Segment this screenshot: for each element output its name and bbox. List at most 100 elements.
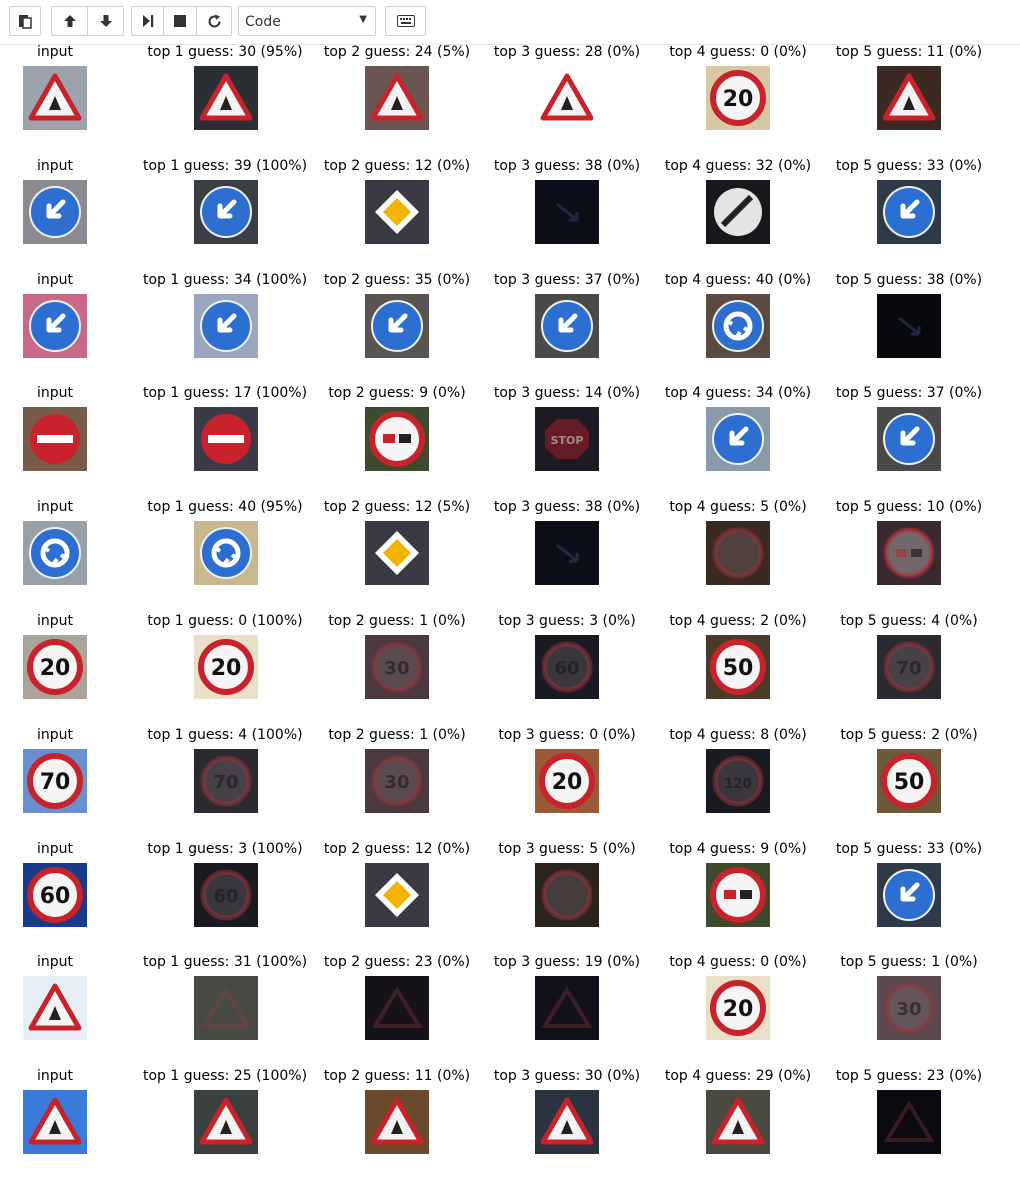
guess-label: top 2 guess: 24 (5%) bbox=[323, 44, 471, 60]
guess-label: top 5 guess: 10 (0%) bbox=[835, 499, 983, 516]
guess-sign-image bbox=[706, 407, 770, 472]
guess-sign-image bbox=[194, 976, 258, 1041]
guess-sign-image: 50 bbox=[706, 635, 770, 699]
guess-sign-image bbox=[194, 521, 258, 586]
svg-text:30: 30 bbox=[384, 658, 409, 679]
prediction-row: input top 1 guess: 31 (100%) top 2 guess: … bbox=[0, 954, 1020, 1068]
guess-sign-image bbox=[194, 407, 258, 472]
cell-type-value: Code bbox=[245, 14, 281, 30]
guess-sign-image bbox=[194, 1090, 258, 1155]
guess-label: top 5 guess: 4 (0%) bbox=[840, 613, 978, 629]
svg-text:30: 30 bbox=[384, 772, 409, 793]
guess-sign-image bbox=[365, 293, 429, 358]
input-sign-image bbox=[23, 1090, 87, 1155]
guess-sign-image bbox=[535, 179, 599, 244]
run-button[interactable] bbox=[131, 6, 164, 36]
input-sign-image bbox=[23, 293, 87, 358]
guess-sign-image: 30 bbox=[365, 748, 429, 813]
move-down-button[interactable] bbox=[87, 6, 124, 36]
prediction-row: input top 1 guess: 34 (100%) top 2 guess: … bbox=[0, 272, 1020, 386]
guess-label: top 1 guess: 39 (100%) bbox=[142, 157, 308, 174]
guess-label: top 2 guess: 1 (0%) bbox=[328, 613, 466, 629]
chevron-down-icon: ▼ bbox=[359, 14, 367, 25]
guess-label: top 4 guess: 34 (0%) bbox=[664, 385, 812, 402]
guess-sign-image bbox=[365, 66, 429, 130]
guess-label: top 4 guess: 0 (0%) bbox=[669, 44, 807, 60]
input-sign-image bbox=[23, 179, 87, 244]
guess-label: top 1 guess: 17 (100%) bbox=[142, 385, 308, 402]
interrupt-button[interactable] bbox=[163, 6, 197, 36]
guess-sign-image: 20 bbox=[706, 976, 770, 1041]
svg-text:20: 20 bbox=[211, 656, 242, 681]
guess-label: top 2 guess: 12 (0%) bbox=[323, 157, 471, 174]
svg-text:20: 20 bbox=[40, 656, 71, 681]
paste-icon bbox=[18, 13, 32, 29]
guess-label: top 5 guess: 33 (0%) bbox=[835, 157, 983, 174]
svg-text:70: 70 bbox=[40, 770, 71, 795]
guess-label: top 2 guess: 23 (0%) bbox=[323, 954, 471, 971]
stop-icon bbox=[174, 15, 186, 27]
guess-sign-image bbox=[365, 976, 429, 1041]
guess-label: top 1 guess: 30 (95%) bbox=[147, 44, 303, 60]
guess-label: top 5 guess: 23 (0%) bbox=[835, 1068, 983, 1085]
input-label: input bbox=[36, 954, 73, 971]
guess-label: top 4 guess: 8 (0%) bbox=[669, 726, 807, 743]
guess-sign-image bbox=[877, 862, 941, 927]
input-label: input bbox=[36, 157, 73, 174]
input-label: input bbox=[36, 840, 73, 857]
svg-text:120: 120 bbox=[724, 777, 751, 792]
guess-label: top 5 guess: 33 (0%) bbox=[835, 840, 983, 857]
guess-label: top 4 guess: 40 (0%) bbox=[664, 271, 812, 288]
input-sign-image: 70 bbox=[23, 748, 87, 813]
guess-label: top 4 guess: 5 (0%) bbox=[669, 499, 807, 516]
guess-sign-image bbox=[535, 521, 599, 586]
restart-button[interactable] bbox=[196, 6, 232, 36]
guess-sign-image bbox=[706, 521, 770, 586]
input-label: input bbox=[36, 613, 73, 629]
guess-sign-image bbox=[365, 1090, 429, 1155]
guess-label: top 1 guess: 40 (95%) bbox=[147, 499, 303, 516]
svg-text:50: 50 bbox=[894, 770, 925, 795]
notebook-toolbar: Code ▼ bbox=[0, 0, 1020, 45]
guess-sign-image: 70 bbox=[194, 748, 258, 813]
guess-label: top 2 guess: 9 (0%) bbox=[328, 385, 466, 402]
run-icon bbox=[142, 14, 154, 28]
input-sign-image: 20 bbox=[23, 635, 87, 699]
keyboard-icon bbox=[396, 15, 415, 27]
guess-sign-image: 20 bbox=[194, 635, 258, 699]
guess-sign-image: 20 bbox=[535, 748, 599, 813]
guess-label: top 2 guess: 1 (0%) bbox=[328, 726, 466, 743]
svg-text:20: 20 bbox=[723, 87, 754, 112]
guess-label: top 1 guess: 3 (100%) bbox=[147, 840, 303, 857]
svg-text:30: 30 bbox=[896, 999, 921, 1020]
guess-sign-image bbox=[194, 293, 258, 358]
guess-sign-image: 120 bbox=[706, 748, 770, 813]
guess-label: top 1 guess: 0 (100%) bbox=[147, 613, 303, 629]
paste-button[interactable] bbox=[9, 6, 41, 36]
guess-sign-image bbox=[877, 1090, 941, 1155]
svg-text:20: 20 bbox=[723, 997, 754, 1022]
command-palette-button[interactable] bbox=[385, 6, 426, 36]
input-sign-image: 60 bbox=[23, 862, 87, 927]
guess-label: top 3 guess: 30 (0%) bbox=[493, 1068, 641, 1085]
cell-type-select[interactable]: Code ▼ bbox=[238, 6, 376, 36]
prediction-row: input top 1 guess: 39 (100%) top 2 guess: … bbox=[0, 158, 1020, 272]
input-label: input bbox=[36, 385, 73, 402]
move-up-button[interactable] bbox=[51, 6, 88, 36]
guess-sign-image bbox=[706, 179, 770, 244]
guess-label: top 3 guess: 0 (0%) bbox=[498, 726, 636, 743]
input-label: input bbox=[36, 1068, 73, 1085]
input-sign-image bbox=[23, 521, 87, 586]
guess-label: top 5 guess: 11 (0%) bbox=[835, 44, 983, 60]
move-up-icon bbox=[63, 14, 77, 28]
input-sign-image bbox=[23, 66, 87, 130]
guess-sign-image bbox=[877, 293, 941, 358]
prediction-row: input top 1 guess: 17 (100%) top 2 guess: … bbox=[0, 385, 1020, 499]
move-down-icon bbox=[99, 14, 113, 28]
guess-sign-image bbox=[877, 407, 941, 472]
guess-sign-image: 70 bbox=[877, 635, 941, 699]
guess-label: top 3 guess: 37 (0%) bbox=[493, 271, 641, 288]
guess-sign-image: 30 bbox=[877, 976, 941, 1041]
input-label: input bbox=[36, 271, 73, 288]
guess-sign-image bbox=[877, 521, 941, 586]
